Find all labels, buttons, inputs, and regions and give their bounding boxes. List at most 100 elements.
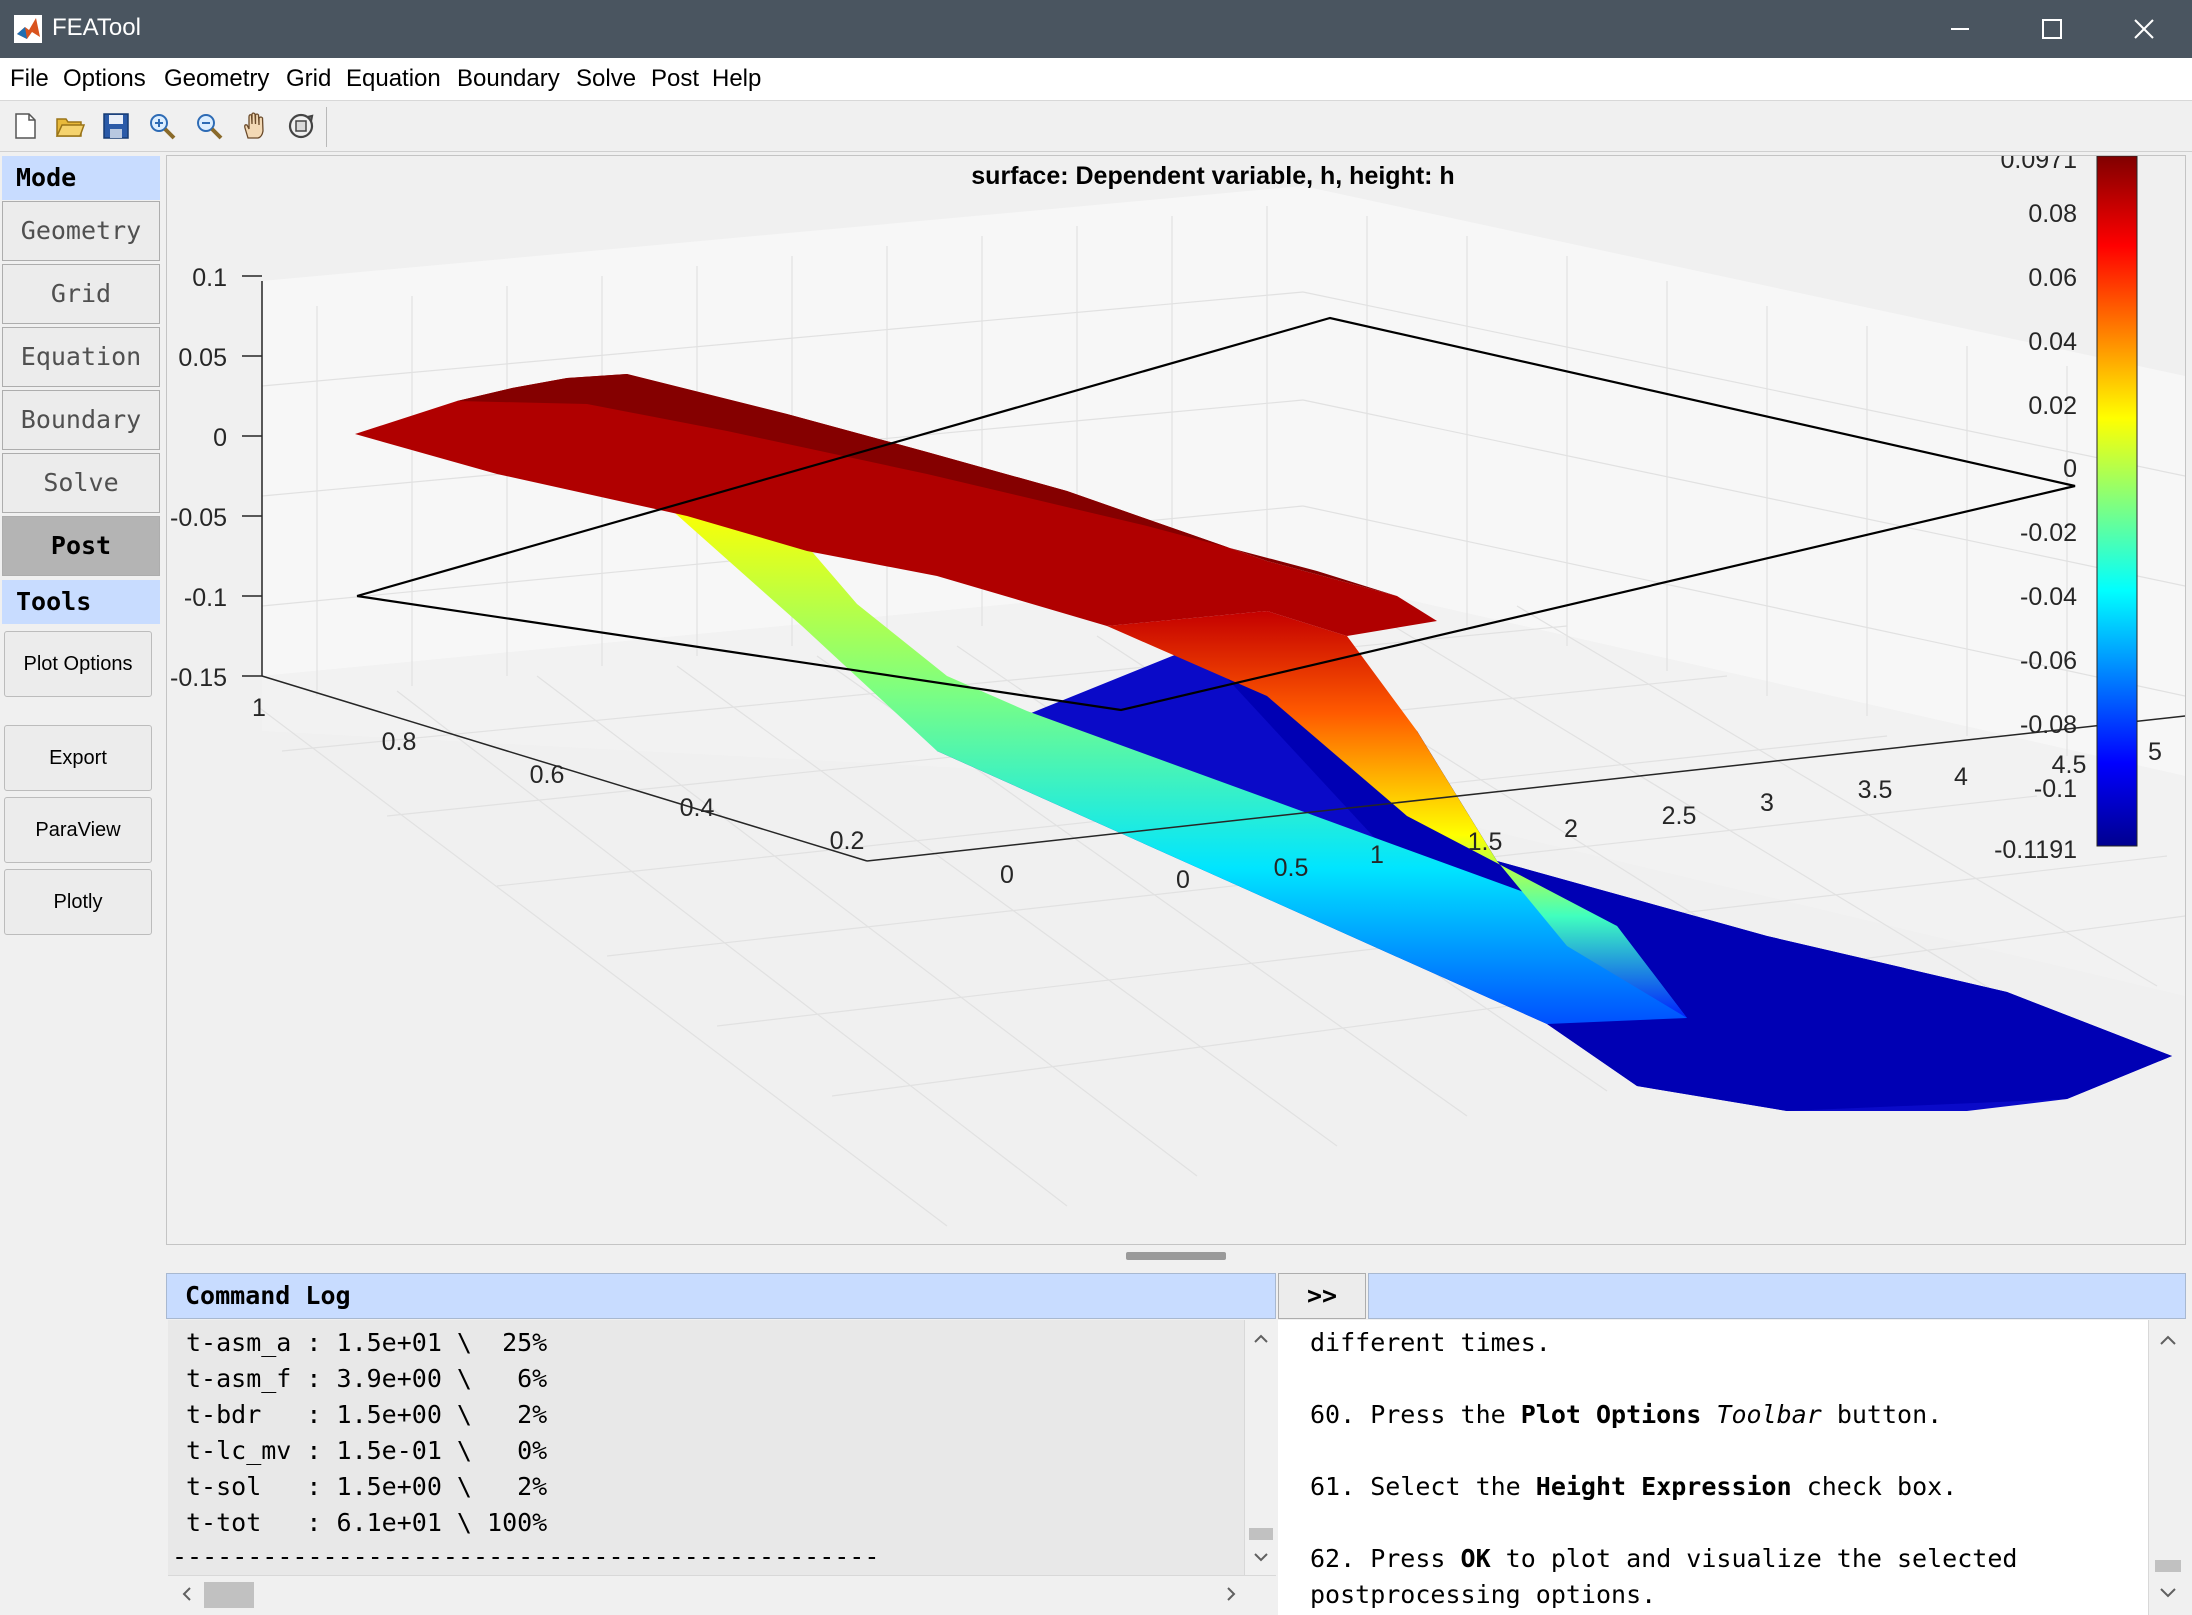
scroll-up-icon[interactable]	[2149, 1326, 2187, 1356]
open-button[interactable]	[51, 107, 89, 145]
log-horizontal-scrollbar[interactable]	[168, 1575, 1276, 1614]
menu-boundary[interactable]: Boundary	[457, 65, 560, 93]
scroll-thumb[interactable]	[2155, 1560, 2181, 1572]
new-file-icon	[15, 113, 36, 139]
mode-grid-button[interactable]: Grid	[2, 264, 160, 324]
help-pane[interactable]: different times. 60. Press the Plot Opti…	[1278, 1320, 2148, 1615]
log-line: t-lc_mv : 1.5e-01 \ 0%	[186, 1436, 548, 1465]
menu-solve[interactable]: Solve	[576, 65, 636, 93]
save-icon	[103, 113, 129, 139]
menu-file[interactable]: File	[10, 65, 49, 93]
colorbar-tick-label: 0.04	[2028, 328, 2077, 356]
splitter-grip[interactable]	[1126, 1252, 1226, 1260]
help-vertical-scrollbar[interactable]	[2148, 1320, 2187, 1615]
plot-area[interactable]: surface: Dependent variable, h, height: …	[166, 155, 2186, 1245]
matlab-icon	[14, 15, 42, 43]
scroll-down-icon[interactable]	[2149, 1578, 2187, 1608]
minimize-button[interactable]	[1914, 0, 2006, 58]
surface-plot[interactable]: surface: Dependent variable, h, height: …	[167, 156, 2185, 1244]
toolbar	[0, 101, 2192, 152]
help-text: 60. Press the	[1310, 1400, 1521, 1429]
tools-header: Tools	[2, 580, 160, 624]
colorbar-tick-label: 0.08	[2028, 200, 2077, 228]
x-tick-label: 2	[1564, 815, 1578, 843]
z-axis-ticks	[242, 275, 262, 677]
close-button[interactable]	[2098, 0, 2190, 58]
mode-geometry-button[interactable]: Geometry	[2, 201, 160, 261]
menu-post[interactable]: Post	[651, 65, 699, 93]
paraview-button[interactable]: ParaView	[4, 797, 152, 863]
help-bold-text: OK	[1460, 1544, 1491, 1573]
expand-log-button[interactable]: >>	[1278, 1273, 1366, 1319]
colorbar-max-label: 0.0971	[2001, 156, 2077, 174]
x-tick-label: 2.5	[1662, 802, 1697, 830]
menu-help[interactable]: Help	[712, 65, 761, 93]
help-text: 62. Press	[1310, 1544, 1461, 1573]
log-line: t-asm_f : 3.9e+00 \ 6%	[186, 1364, 548, 1393]
colorbar-tick-label: 0.02	[2028, 392, 2077, 420]
colorbar-tick-label: -0.06	[2020, 647, 2077, 675]
mode-header: Mode	[2, 156, 160, 200]
help-step-62: 62. Press OK to plot and visualize the s…	[1310, 1544, 2017, 1573]
menu-geometry[interactable]: Geometry	[164, 65, 269, 93]
panel-splitter[interactable]	[166, 1248, 2186, 1262]
x-tick-label: 4	[1954, 763, 1968, 791]
x-tick-label: 5	[2148, 738, 2162, 766]
zoom-in-button[interactable]	[143, 107, 181, 145]
zoom-out-icon	[197, 114, 223, 140]
rotate-3d-icon	[288, 113, 314, 139]
log-line: ----------------------------------------…	[172, 1542, 880, 1571]
plot-title: surface: Dependent variable, h, height: …	[971, 162, 1454, 190]
scroll-left-icon[interactable]	[172, 1576, 202, 1612]
menu-options[interactable]: Options	[63, 65, 146, 93]
z-axis-labels: 0.1 0.05 0 -0.05 -0.1 -0.15	[170, 264, 227, 692]
menu-bar: File Options Geometry Grid Equation Boun…	[0, 58, 2192, 101]
help-step-60: 60. Press the Plot Options Toolbar butto…	[1310, 1400, 1942, 1429]
colorbar-tick-label: 0	[2063, 455, 2077, 483]
help-text	[1701, 1400, 1716, 1429]
scroll-down-icon[interactable]	[1245, 1542, 1277, 1572]
window-title: FEATool	[52, 14, 141, 41]
x-tick-label: 1.5	[1468, 828, 1503, 856]
mode-post-button[interactable]: Post	[2, 516, 160, 576]
colorbar-tick-label: -0.08	[2020, 711, 2077, 739]
new-button[interactable]	[6, 107, 44, 145]
y-tick-label: 0.6	[530, 761, 565, 789]
help-text-line: different times.	[1310, 1328, 1551, 1357]
mode-solve-button[interactable]: Solve	[2, 453, 160, 513]
zoom-in-icon	[150, 114, 176, 140]
menu-grid[interactable]: Grid	[286, 65, 331, 93]
help-text: check box.	[1791, 1472, 1958, 1501]
colorbar-tick-label: -0.04	[2020, 583, 2077, 611]
log-vertical-scrollbar[interactable]	[1244, 1320, 1277, 1575]
scroll-thumb[interactable]	[1249, 1528, 1273, 1540]
maximize-button[interactable]	[2006, 0, 2098, 58]
x-tick-label: 0.5	[1274, 854, 1309, 882]
help-text: to plot and visualize the selected	[1490, 1544, 2018, 1573]
scroll-thumb[interactable]	[204, 1582, 254, 1608]
plot-options-button[interactable]: Plot Options	[4, 631, 152, 697]
save-button[interactable]	[97, 107, 135, 145]
title-bar: FEATool	[0, 0, 2192, 58]
scroll-up-icon[interactable]	[1245, 1324, 1277, 1354]
plotly-button[interactable]: Plotly	[4, 869, 152, 935]
zoom-out-button[interactable]	[190, 107, 228, 145]
x-tick-label: 0	[1176, 866, 1190, 894]
export-button[interactable]: Export	[4, 725, 152, 791]
sidebar: Mode Geometry Grid Equation Boundary Sol…	[0, 153, 162, 1615]
mode-equation-button[interactable]: Equation	[2, 327, 160, 387]
mode-boundary-button[interactable]: Boundary	[2, 390, 160, 450]
pan-button[interactable]	[236, 107, 274, 145]
y-tick-label: 0.8	[382, 728, 417, 756]
rotate-button[interactable]	[282, 107, 320, 145]
log-line: t-bdr : 1.5e+00 \ 2%	[186, 1400, 548, 1429]
x-tick-label: 1	[1370, 841, 1384, 869]
pan-hand-icon	[244, 112, 264, 139]
y-tick-label: 0.2	[830, 827, 865, 855]
colorbar-tick-label: -0.02	[2020, 519, 2077, 547]
menu-equation[interactable]: Equation	[346, 65, 441, 93]
close-icon	[2134, 19, 2154, 39]
colorbar-min-label: -0.1191	[1994, 836, 2077, 864]
command-log[interactable]: t-asm_a : 1.5e+01 \ 25% t-asm_f : 3.9e+0…	[168, 1320, 1244, 1575]
scroll-right-icon[interactable]	[1216, 1576, 1246, 1612]
